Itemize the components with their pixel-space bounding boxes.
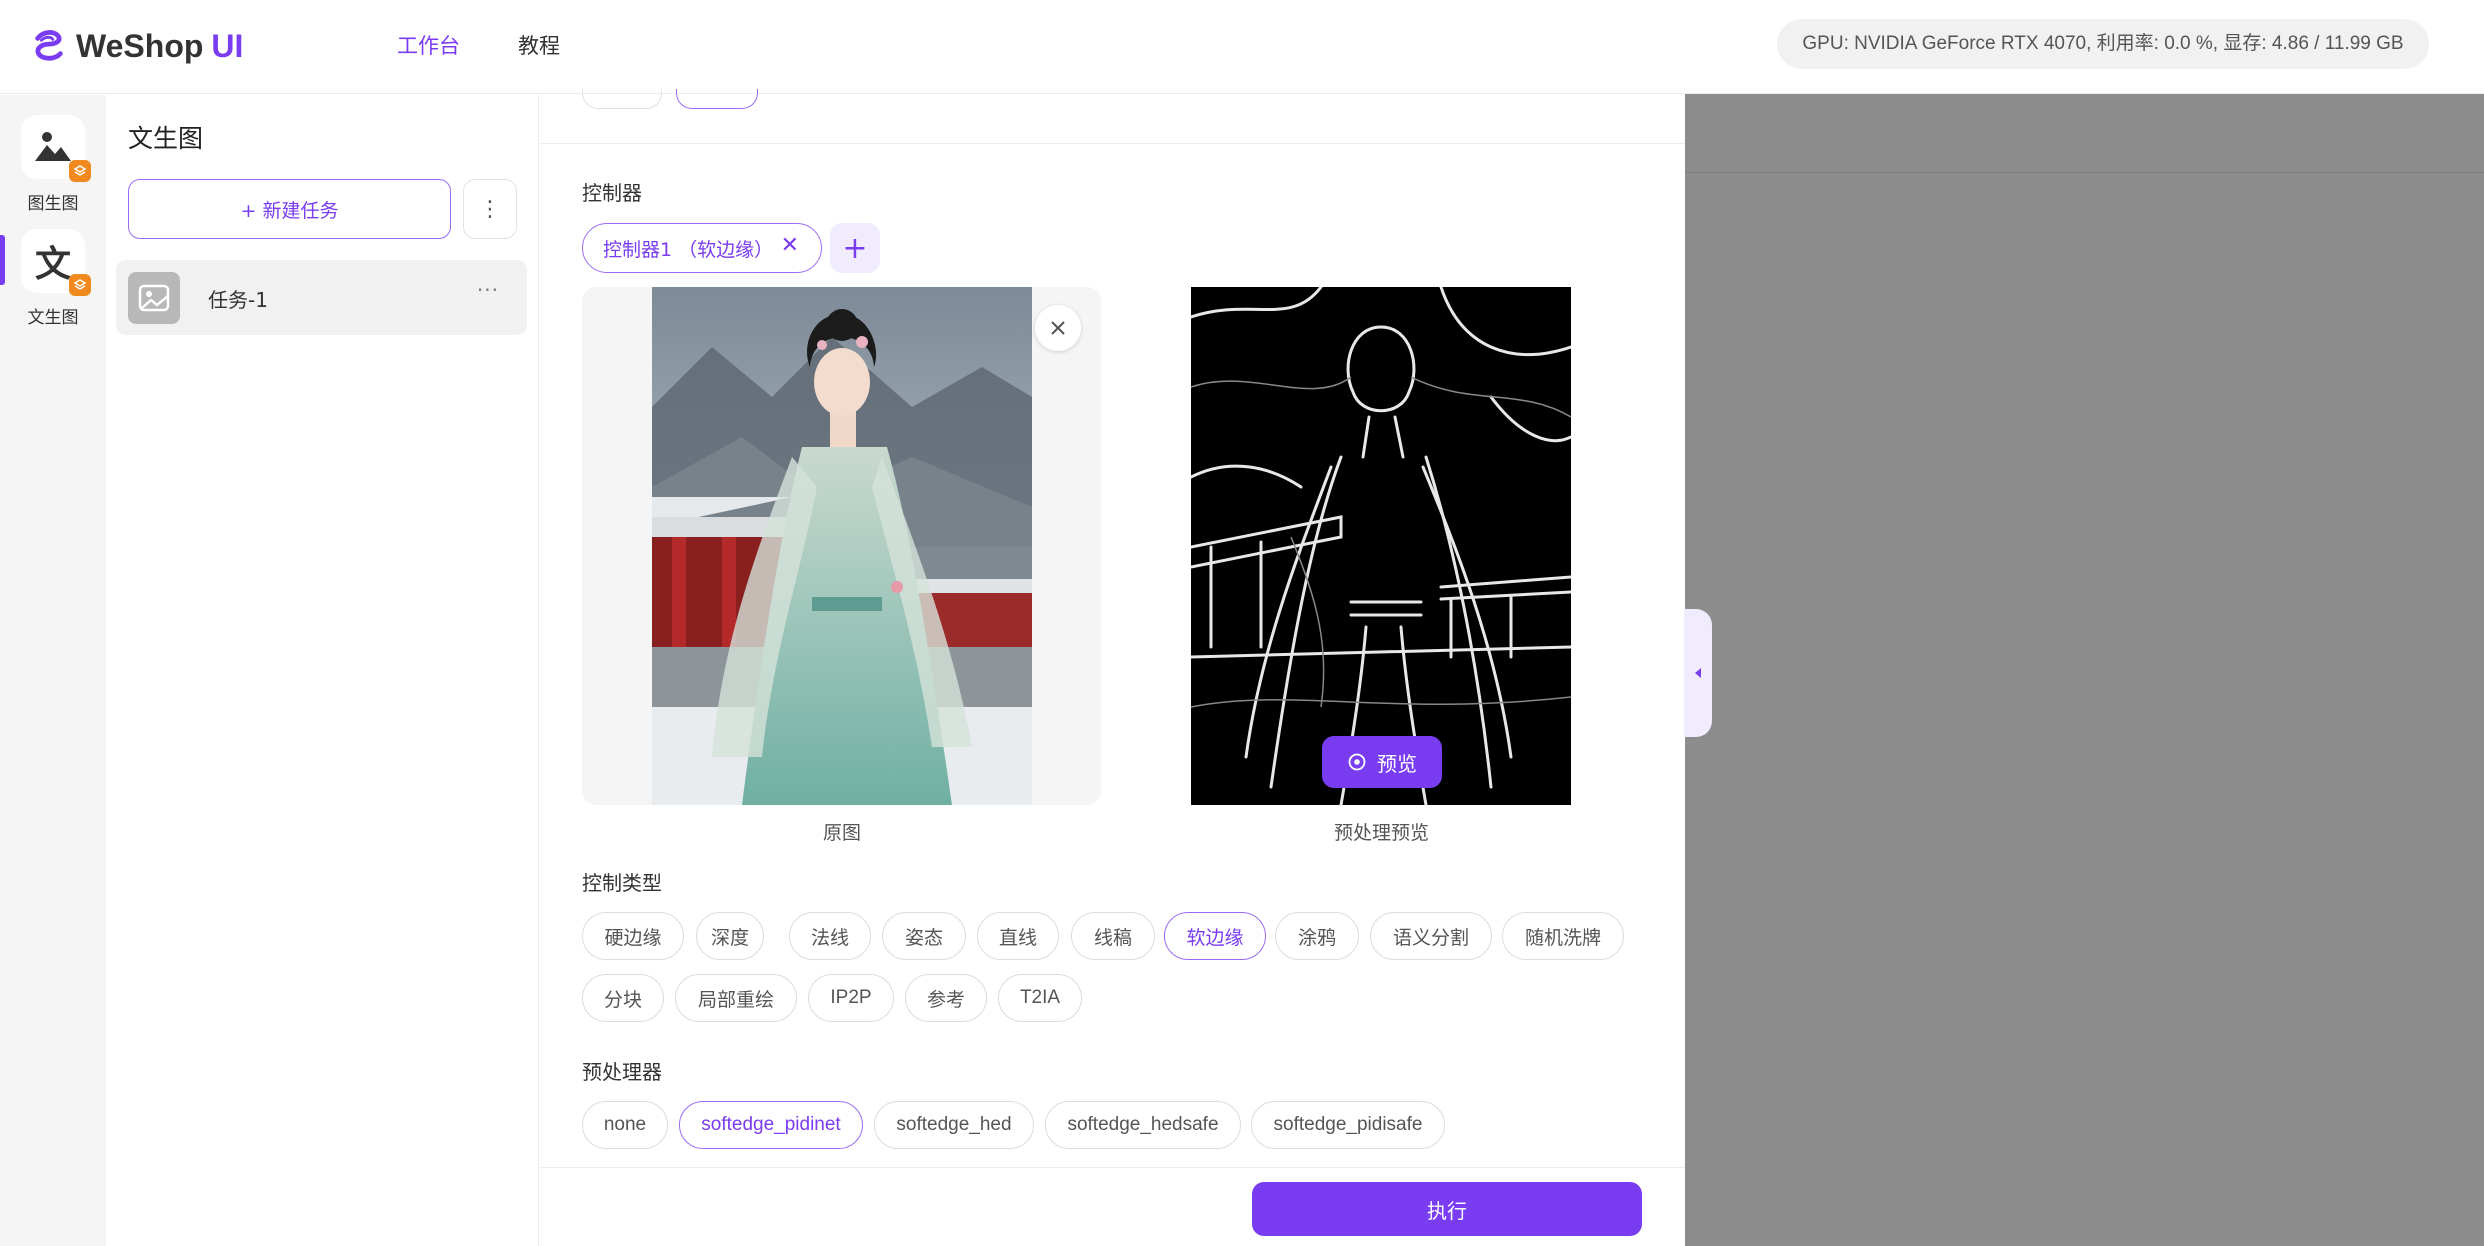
control-type-chip[interactable]: 深度 — [696, 912, 764, 960]
nav-workbench[interactable]: 工作台 — [397, 30, 460, 60]
control-type-chip[interactable]: 参考 — [905, 974, 987, 1022]
preview-button[interactable]: 预览 — [1322, 736, 1442, 788]
control-type-chip[interactable]: T2IA — [998, 974, 1082, 1022]
controller-tab[interactable]: 控制器1 （软边缘） ✕ — [582, 223, 822, 273]
collapse-panel-button[interactable] — [1684, 609, 1712, 737]
logo-text: WeShop UI — [76, 27, 244, 64]
close-icon[interactable]: ✕ — [781, 233, 799, 258]
task-menu-button[interactable]: ··· — [477, 278, 499, 302]
control-type-chip[interactable]: 局部重绘 — [675, 974, 797, 1022]
result-panel — [1685, 94, 2484, 1246]
control-type-chip[interactable]: 直线 — [977, 912, 1059, 960]
layers-badge-icon — [69, 274, 91, 296]
execute-button[interactable]: 执行 — [1252, 1182, 1642, 1236]
task-list-item[interactable]: 任务-1 ··· — [116, 260, 527, 335]
remove-image-button[interactable] — [1035, 305, 1081, 351]
divider — [1685, 172, 2484, 173]
control-type-label: 控制类型 — [582, 871, 662, 895]
control-type-chip[interactable]: 姿态 — [882, 912, 966, 960]
rail-item-txt2img[interactable]: 文 文生图 — [0, 229, 106, 339]
partial-option-chip[interactable] — [582, 89, 662, 109]
divider — [540, 143, 1685, 144]
control-type-chip[interactable]: 涂鸦 — [1275, 912, 1359, 960]
preprocessor-chip[interactable]: softedge_pidisafe — [1251, 1101, 1445, 1149]
task-panel-title: 文生图 — [128, 124, 204, 153]
original-image-box[interactable] — [582, 287, 1101, 805]
control-type-chip[interactable]: IP2P — [808, 974, 894, 1022]
original-image-caption: 原图 — [823, 822, 862, 844]
preprocessor-chip[interactable]: none — [582, 1101, 668, 1149]
layers-badge-icon — [69, 160, 91, 182]
gpu-status: GPU: NVIDIA GeForce RTX 4070, 利用率: 0.0 %… — [1777, 19, 2429, 69]
control-type-chip[interactable]: 随机洗牌 — [1502, 912, 1624, 960]
control-type-chip[interactable]: 分块 — [582, 974, 664, 1022]
editor-panel: 控制器 控制器1 （软边缘） ✕ + 预览 原图 预处理预览 控制类型 硬边缘 … — [540, 89, 1685, 1246]
caret-left-icon — [1695, 668, 1701, 678]
new-task-button[interactable]: + 新建任务 — [128, 179, 451, 239]
top-header: WeShop UI 工作台 教程 GPU: NVIDIA GeForce RTX … — [0, 0, 2484, 94]
preview-button-label: 预览 — [1377, 751, 1417, 776]
nav-tutorial[interactable]: 教程 — [518, 30, 560, 60]
control-type-chip-selected[interactable]: 软边缘 — [1164, 912, 1266, 960]
control-type-chip[interactable]: 线稿 — [1071, 912, 1155, 960]
rail-label-txt2img: 文生图 — [27, 308, 79, 328]
weshop-logo-icon — [35, 30, 63, 61]
task-more-button[interactable]: ⋮ — [463, 179, 517, 239]
original-image — [652, 287, 1032, 805]
preprocessor-chip[interactable]: softedge_hedsafe — [1045, 1101, 1241, 1149]
preprocessor-label: 预处理器 — [582, 1060, 662, 1084]
control-type-chip[interactable]: 法线 — [789, 912, 871, 960]
preprocess-preview-image — [1191, 287, 1571, 805]
eye-icon — [1348, 753, 1366, 771]
control-type-chip[interactable]: 硬边缘 — [582, 912, 684, 960]
rail-label-img2img: 图生图 — [27, 194, 79, 214]
image-placeholder-icon — [128, 272, 180, 324]
rail-item-img2img[interactable]: 图生图 — [0, 115, 106, 225]
control-type-chip[interactable]: 语义分割 — [1370, 912, 1492, 960]
partial-option-chip-selected[interactable] — [676, 89, 758, 109]
mode-rail: 图生图 文 文生图 — [0, 95, 106, 1246]
task-name: 任务-1 — [208, 288, 268, 312]
controller-tab-label: 控制器1 （软边缘） — [603, 238, 774, 261]
close-icon — [1051, 321, 1065, 335]
add-controller-button[interactable]: + — [830, 223, 880, 273]
weshop-logo[interactable]: WeShop UI — [30, 24, 243, 68]
controller-label: 控制器 — [582, 181, 642, 205]
task-panel: 文生图 + 新建任务 ⋮ 任务-1 ··· — [106, 95, 539, 1246]
divider — [540, 1167, 1685, 1168]
preprocess-caption: 预处理预览 — [1334, 822, 1430, 844]
preprocessor-chip[interactable]: softedge_hed — [874, 1101, 1034, 1149]
preprocessor-chip-selected[interactable]: softedge_pidinet — [679, 1101, 863, 1149]
